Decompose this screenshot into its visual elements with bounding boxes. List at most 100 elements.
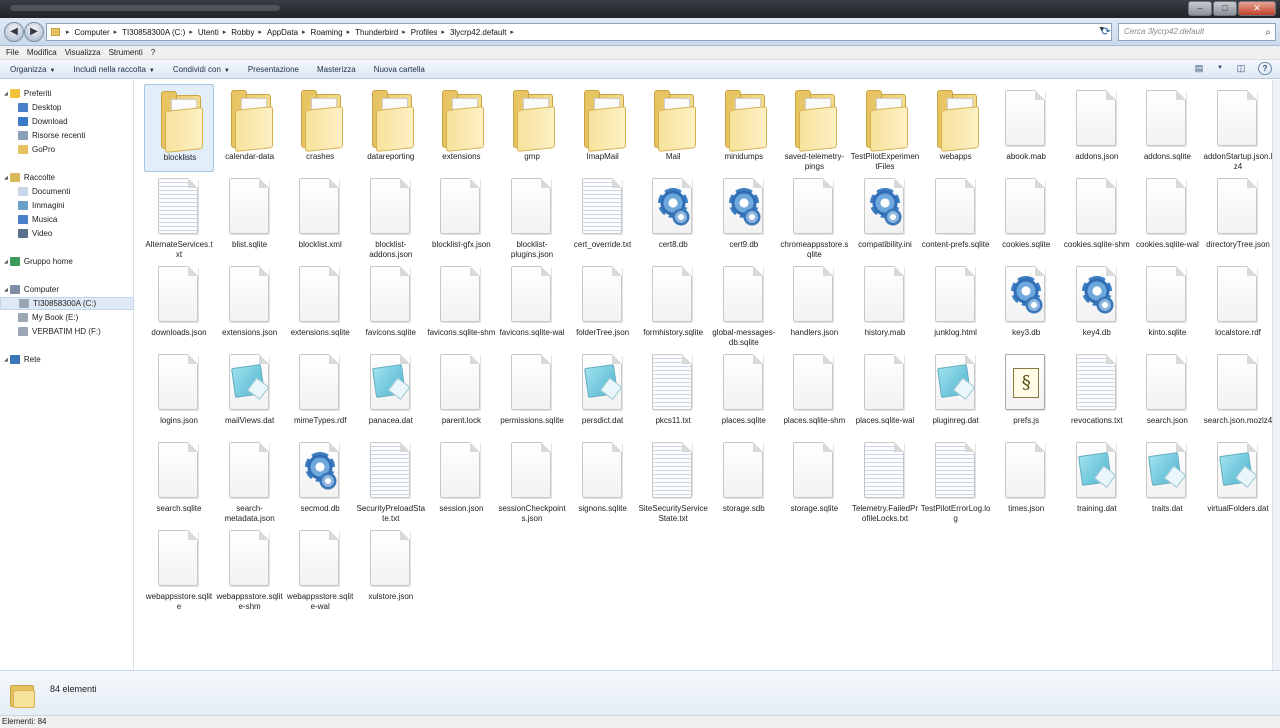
new-folder-button[interactable]: Nuova cartella (374, 65, 425, 74)
breadcrumb-item[interactable]: Thunderbird (355, 28, 398, 37)
file-item[interactable]: junklog.html (921, 260, 991, 348)
nav-computer[interactable]: ◢ Computer (0, 283, 134, 296)
breadcrumb-item[interactable]: AppData (267, 28, 298, 37)
file-item[interactable]: blist.sqlite (215, 172, 285, 260)
file-item[interactable]: downloads.json (144, 260, 214, 348)
file-item[interactable]: cookies.sqlite-wal (1132, 172, 1202, 260)
refresh-icon[interactable]: ⟳ (1098, 24, 1114, 40)
address-bar[interactable]: ▸ Computer ▸ TI30858300A (C:) ▸ Utenti ▸ Robby ▸… (46, 23, 1112, 41)
folder-item[interactable]: crashes (285, 84, 355, 172)
file-item[interactable]: persdict.dat (568, 348, 638, 436)
folder-item[interactable]: extensions (426, 84, 496, 172)
file-item[interactable]: addons.json (1062, 84, 1132, 172)
window-title-bar[interactable]: – □ ✕ (0, 0, 1280, 18)
file-item[interactable]: places.sqlite-wal (850, 348, 920, 436)
file-item[interactable]: signons.sqlite (568, 436, 638, 524)
change-view-icon[interactable]: ▤ (1192, 62, 1206, 75)
nav-favorite-download[interactable]: Download (0, 115, 134, 128)
file-item[interactable]: mimeTypes.rdf (285, 348, 355, 436)
nav-favorite-risorse-recenti[interactable]: Risorse recenti (0, 129, 134, 142)
file-item[interactable]: training.dat (1062, 436, 1132, 524)
nav-favorites[interactable]: ◢ Preferiti (0, 87, 134, 100)
menu-item-modifica[interactable]: Modifica (27, 48, 57, 57)
breadcrumb-item[interactable]: Profiles (411, 28, 438, 37)
folder-item[interactable]: saved-telemetry-pings (779, 84, 849, 172)
file-item[interactable]: search.json (1132, 348, 1202, 436)
menu-item-strumenti[interactable]: Strumenti (109, 48, 143, 57)
breadcrumb-item[interactable]: Computer (75, 28, 110, 37)
file-item[interactable]: extensions.sqlite (285, 260, 355, 348)
folder-item[interactable]: blocklists (144, 84, 214, 172)
folder-item[interactable]: minidumps (709, 84, 779, 172)
file-item[interactable]: revocations.txt (1062, 348, 1132, 436)
file-item[interactable]: history.mab (850, 260, 920, 348)
folder-item[interactable]: webapps (921, 84, 991, 172)
search-input[interactable]: Cerca 3lycrp42.default ⌕ (1118, 23, 1276, 41)
file-item[interactable]: cert_override.txt (568, 172, 638, 260)
nav-library-documenti[interactable]: Documenti (0, 185, 134, 198)
file-item[interactable]: key3.db (991, 260, 1061, 348)
file-item[interactable]: search.json.mozlz4 (1203, 348, 1273, 436)
file-item[interactable]: SecurityPreloadState.txt (356, 436, 426, 524)
file-item[interactable]: permissions.sqlite (497, 348, 567, 436)
maximize-button[interactable]: □ (1213, 1, 1237, 16)
nav-libraries[interactable]: ◢ Raccolte (0, 171, 134, 184)
file-item[interactable]: TestPilotErrorLog.log (921, 436, 991, 524)
close-button[interactable]: ✕ (1238, 1, 1276, 16)
nav-library-immagini[interactable]: Immagini (0, 199, 134, 212)
preview-pane-icon[interactable]: ◫ (1234, 62, 1248, 75)
file-item[interactable]: webappsstore.sqlite-wal (285, 524, 355, 612)
file-item[interactable]: blocklist-addons.json (356, 172, 426, 260)
view-options-icon[interactable]: ▼ (1216, 62, 1224, 75)
file-item[interactable]: SiteSecurityServiceState.txt (638, 436, 708, 524)
burn-button[interactable]: Masterizza (317, 65, 356, 74)
file-item[interactable]: virtualFolders.dat (1203, 436, 1273, 524)
file-item[interactable]: pkcs11.txt (638, 348, 708, 436)
file-item[interactable]: cookies.sqlite-shm (1062, 172, 1132, 260)
file-item[interactable]: search-metadata.json (215, 436, 285, 524)
breadcrumb-separator-icon[interactable]: ▸ (114, 28, 118, 36)
file-item[interactable]: addonStartup.json.lz4 (1203, 84, 1273, 172)
breadcrumb-separator-icon[interactable]: ▸ (258, 28, 262, 36)
file-item[interactable]: favicons.sqlite-shm (426, 260, 496, 348)
file-item[interactable]: localstore.rdf (1203, 260, 1273, 348)
file-item[interactable]: handlers.json (779, 260, 849, 348)
folder-item[interactable]: datareporting (356, 84, 426, 172)
breadcrumb-separator-icon[interactable]: ▸ (441, 28, 445, 36)
menu-item-file[interactable]: File (6, 48, 19, 57)
file-item[interactable]: blocklist-gfx.json (426, 172, 496, 260)
file-item[interactable]: addons.sqlite (1132, 84, 1202, 172)
nav-drive-0[interactable]: TI30858300A (C:) (0, 297, 134, 310)
file-item[interactable]: chromeappsstore.sqlite (779, 172, 849, 260)
file-item[interactable]: sessionCheckpoints.json (497, 436, 567, 524)
file-item[interactable]: logins.json (144, 348, 214, 436)
file-item[interactable]: compatibility.ini (850, 172, 920, 260)
expand-arrow-icon[interactable]: ◢ (4, 357, 8, 363)
nav-drive-2[interactable]: VERBATIM HD (F:) (0, 325, 134, 338)
help-icon[interactable]: ? (1258, 62, 1272, 75)
nav-library-video[interactable]: Video (0, 227, 134, 240)
folder-item[interactable]: Mail (638, 84, 708, 172)
file-item[interactable]: storage.sdb (709, 436, 779, 524)
breadcrumb-separator-icon[interactable]: ▸ (302, 28, 306, 36)
file-item[interactable]: Telemetry.FailedProfileLocks.txt (850, 436, 920, 524)
nav-network[interactable]: ◢ Rete (0, 353, 134, 366)
file-item[interactable]: kinto.sqlite (1132, 260, 1202, 348)
breadcrumb-separator-icon[interactable]: ▸ (402, 28, 406, 36)
folder-item[interactable]: ImapMail (568, 84, 638, 172)
file-item[interactable]: § prefs.js (991, 348, 1061, 436)
breadcrumb-separator-icon[interactable]: ▸ (510, 28, 514, 36)
file-item[interactable]: favicons.sqlite-wal (497, 260, 567, 348)
nav-drive-1[interactable]: My Book (E:) (0, 311, 134, 324)
menu-item-help[interactable]: ? (151, 48, 155, 57)
nav-homegroup[interactable]: ◢ Gruppo home (0, 255, 134, 268)
expand-arrow-icon[interactable]: ◢ (4, 175, 8, 181)
expand-arrow-icon[interactable]: ◢ (4, 259, 8, 265)
breadcrumb-separator-icon[interactable]: ▸ (66, 28, 70, 36)
file-item[interactable]: places.sqlite-shm (779, 348, 849, 436)
breadcrumb-item[interactable]: Roaming (311, 28, 343, 37)
file-item[interactable]: secmod.db (285, 436, 355, 524)
breadcrumb-item[interactable]: 3lycrp42.default (450, 28, 506, 37)
menu-item-visualizza[interactable]: Visualizza (65, 48, 101, 57)
file-item[interactable]: cert8.db (638, 172, 708, 260)
